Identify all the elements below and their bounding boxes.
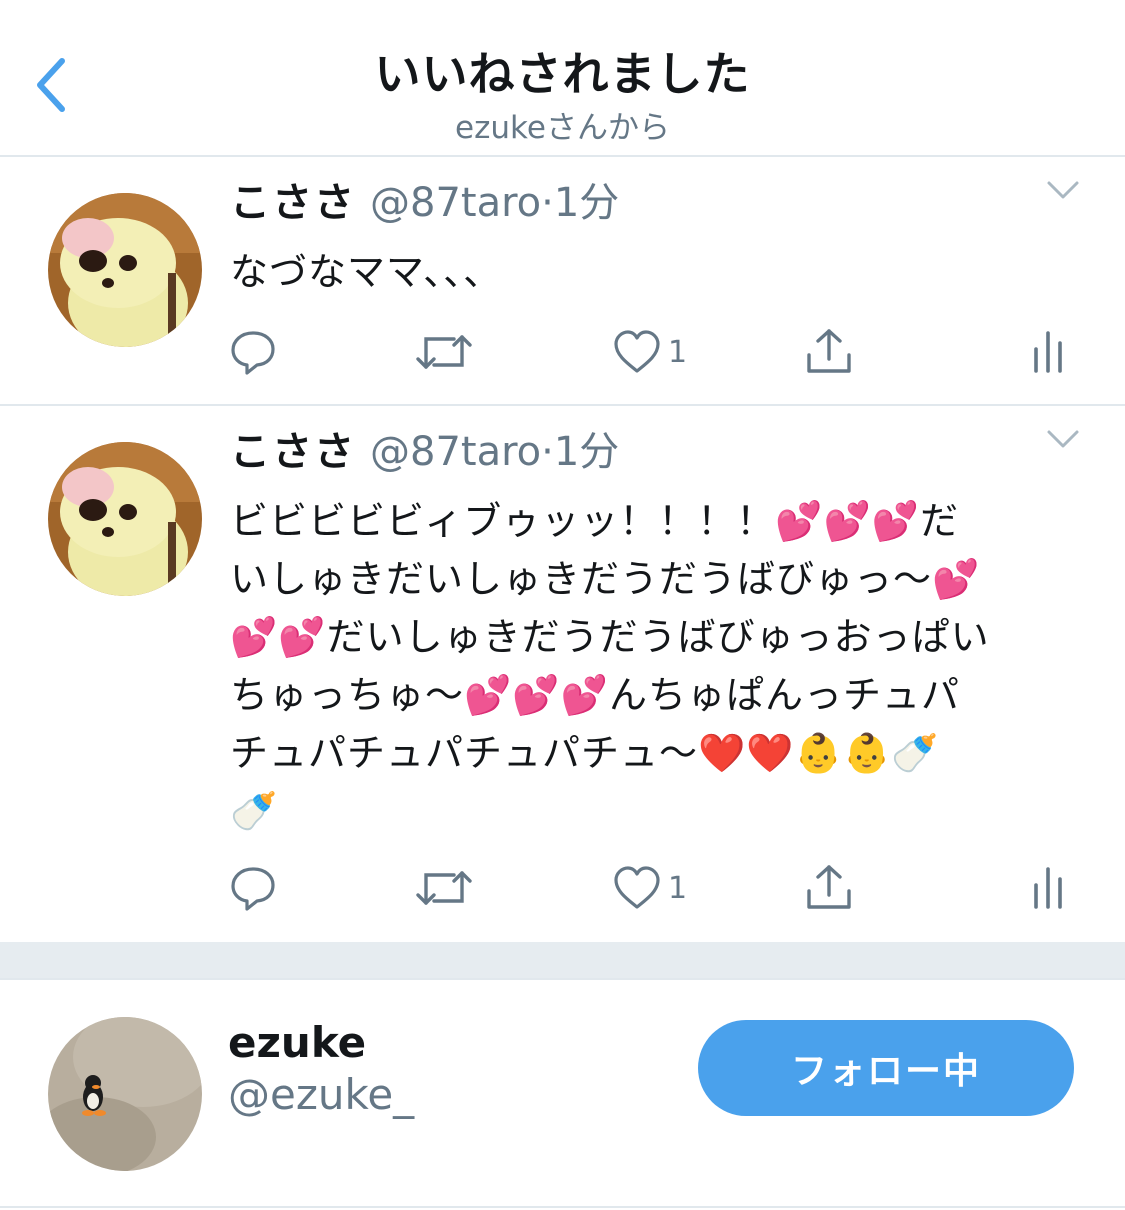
tweet-author-name[interactable]: こささ	[230, 429, 356, 475]
page-title: いいねされました	[374, 47, 751, 101]
user-name[interactable]: ezuke	[228, 1018, 366, 1067]
nav-header: いいねされました ezukeさんから	[0, 0, 1125, 157]
share-button[interactable]	[804, 863, 854, 913]
reply-icon	[231, 867, 275, 911]
heart-icon	[614, 866, 660, 909]
tweet-text-line: 🍼	[230, 789, 279, 833]
retweet-icon	[416, 871, 472, 905]
tweet-timestamp: 1分	[553, 429, 620, 475]
avatar[interactable]	[48, 1017, 202, 1171]
heart-icon	[614, 330, 660, 373]
analytics-icon	[1034, 331, 1062, 373]
tweet-text-line: 💕💕だいしゅきだうだうばびゅっおっぱい	[230, 615, 990, 659]
like-button[interactable]: 1	[612, 327, 687, 377]
share-icon	[807, 865, 851, 909]
tweet-menu-button[interactable]	[1043, 171, 1083, 211]
tweet-author-handle[interactable]: @87taro	[370, 180, 541, 226]
share-button[interactable]	[804, 327, 854, 377]
user-card[interactable]: ezuke @ezuke_ フォロー中	[0, 980, 1125, 1208]
tweet-card[interactable]: こささ @87taro·1分 なづなママ、、、 1	[0, 157, 1125, 406]
like-count: 1	[668, 334, 688, 370]
like-button[interactable]: 1	[612, 863, 687, 913]
avatar[interactable]	[48, 442, 202, 596]
retweet-button[interactable]	[414, 327, 474, 377]
reply-button[interactable]	[228, 327, 278, 377]
tweet-text: ビビビビビィブゥッッ！！！！💕💕💕だ いしゅきだいしゅきだうだうばびゅっ〜💕 💕…	[230, 492, 1080, 840]
following-button[interactable]: フォロー中	[698, 1020, 1074, 1116]
retweet-icon	[416, 335, 472, 369]
tweet-text: なづなママ、、、	[230, 250, 503, 294]
tweet-text-line: ちゅっちゅ〜💕💕💕んちゅぱんっチュパ	[230, 673, 960, 717]
share-icon	[807, 329, 851, 373]
tweet-header: こささ @87taro·1分	[230, 173, 619, 233]
tweet-author-name[interactable]: こささ	[230, 180, 356, 226]
page-subtitle: ezukeさんから	[455, 110, 670, 146]
tweet-author-handle[interactable]: @87taro	[370, 429, 541, 475]
analytics-button[interactable]	[1030, 863, 1070, 913]
reply-icon	[231, 331, 275, 375]
avatar[interactable]	[48, 193, 202, 347]
chevron-down-icon	[1047, 430, 1079, 448]
section-divider	[0, 942, 1125, 980]
retweet-button[interactable]	[414, 863, 474, 913]
tweet-timestamp: 1分	[553, 180, 620, 226]
reply-button[interactable]	[228, 863, 278, 913]
separator-dot: ·	[541, 180, 554, 226]
separator-dot: ·	[541, 429, 554, 475]
tweet-text-line: いしゅきだいしゅきだうだうばびゅっ〜💕	[230, 557, 981, 601]
analytics-button[interactable]	[1030, 327, 1070, 377]
tweet-card[interactable]: こささ @87taro·1分 ビビビビビィブゥッッ！！！！💕💕💕だ いしゅきだいし…	[0, 406, 1125, 942]
user-handle[interactable]: @ezuke_	[228, 1070, 414, 1119]
tweet-header: こささ @87taro·1分	[230, 422, 619, 482]
tweet-text-line: チュパチュパチュパチュ〜❤️❤️👶👶🍼	[230, 731, 940, 775]
analytics-icon	[1034, 867, 1062, 909]
like-count: 1	[668, 870, 688, 906]
tweet-menu-button[interactable]	[1043, 420, 1083, 460]
chevron-down-icon	[1047, 181, 1079, 199]
tweet-text-line: ビビビビビィブゥッッ！！！！💕💕💕だ	[230, 499, 960, 543]
